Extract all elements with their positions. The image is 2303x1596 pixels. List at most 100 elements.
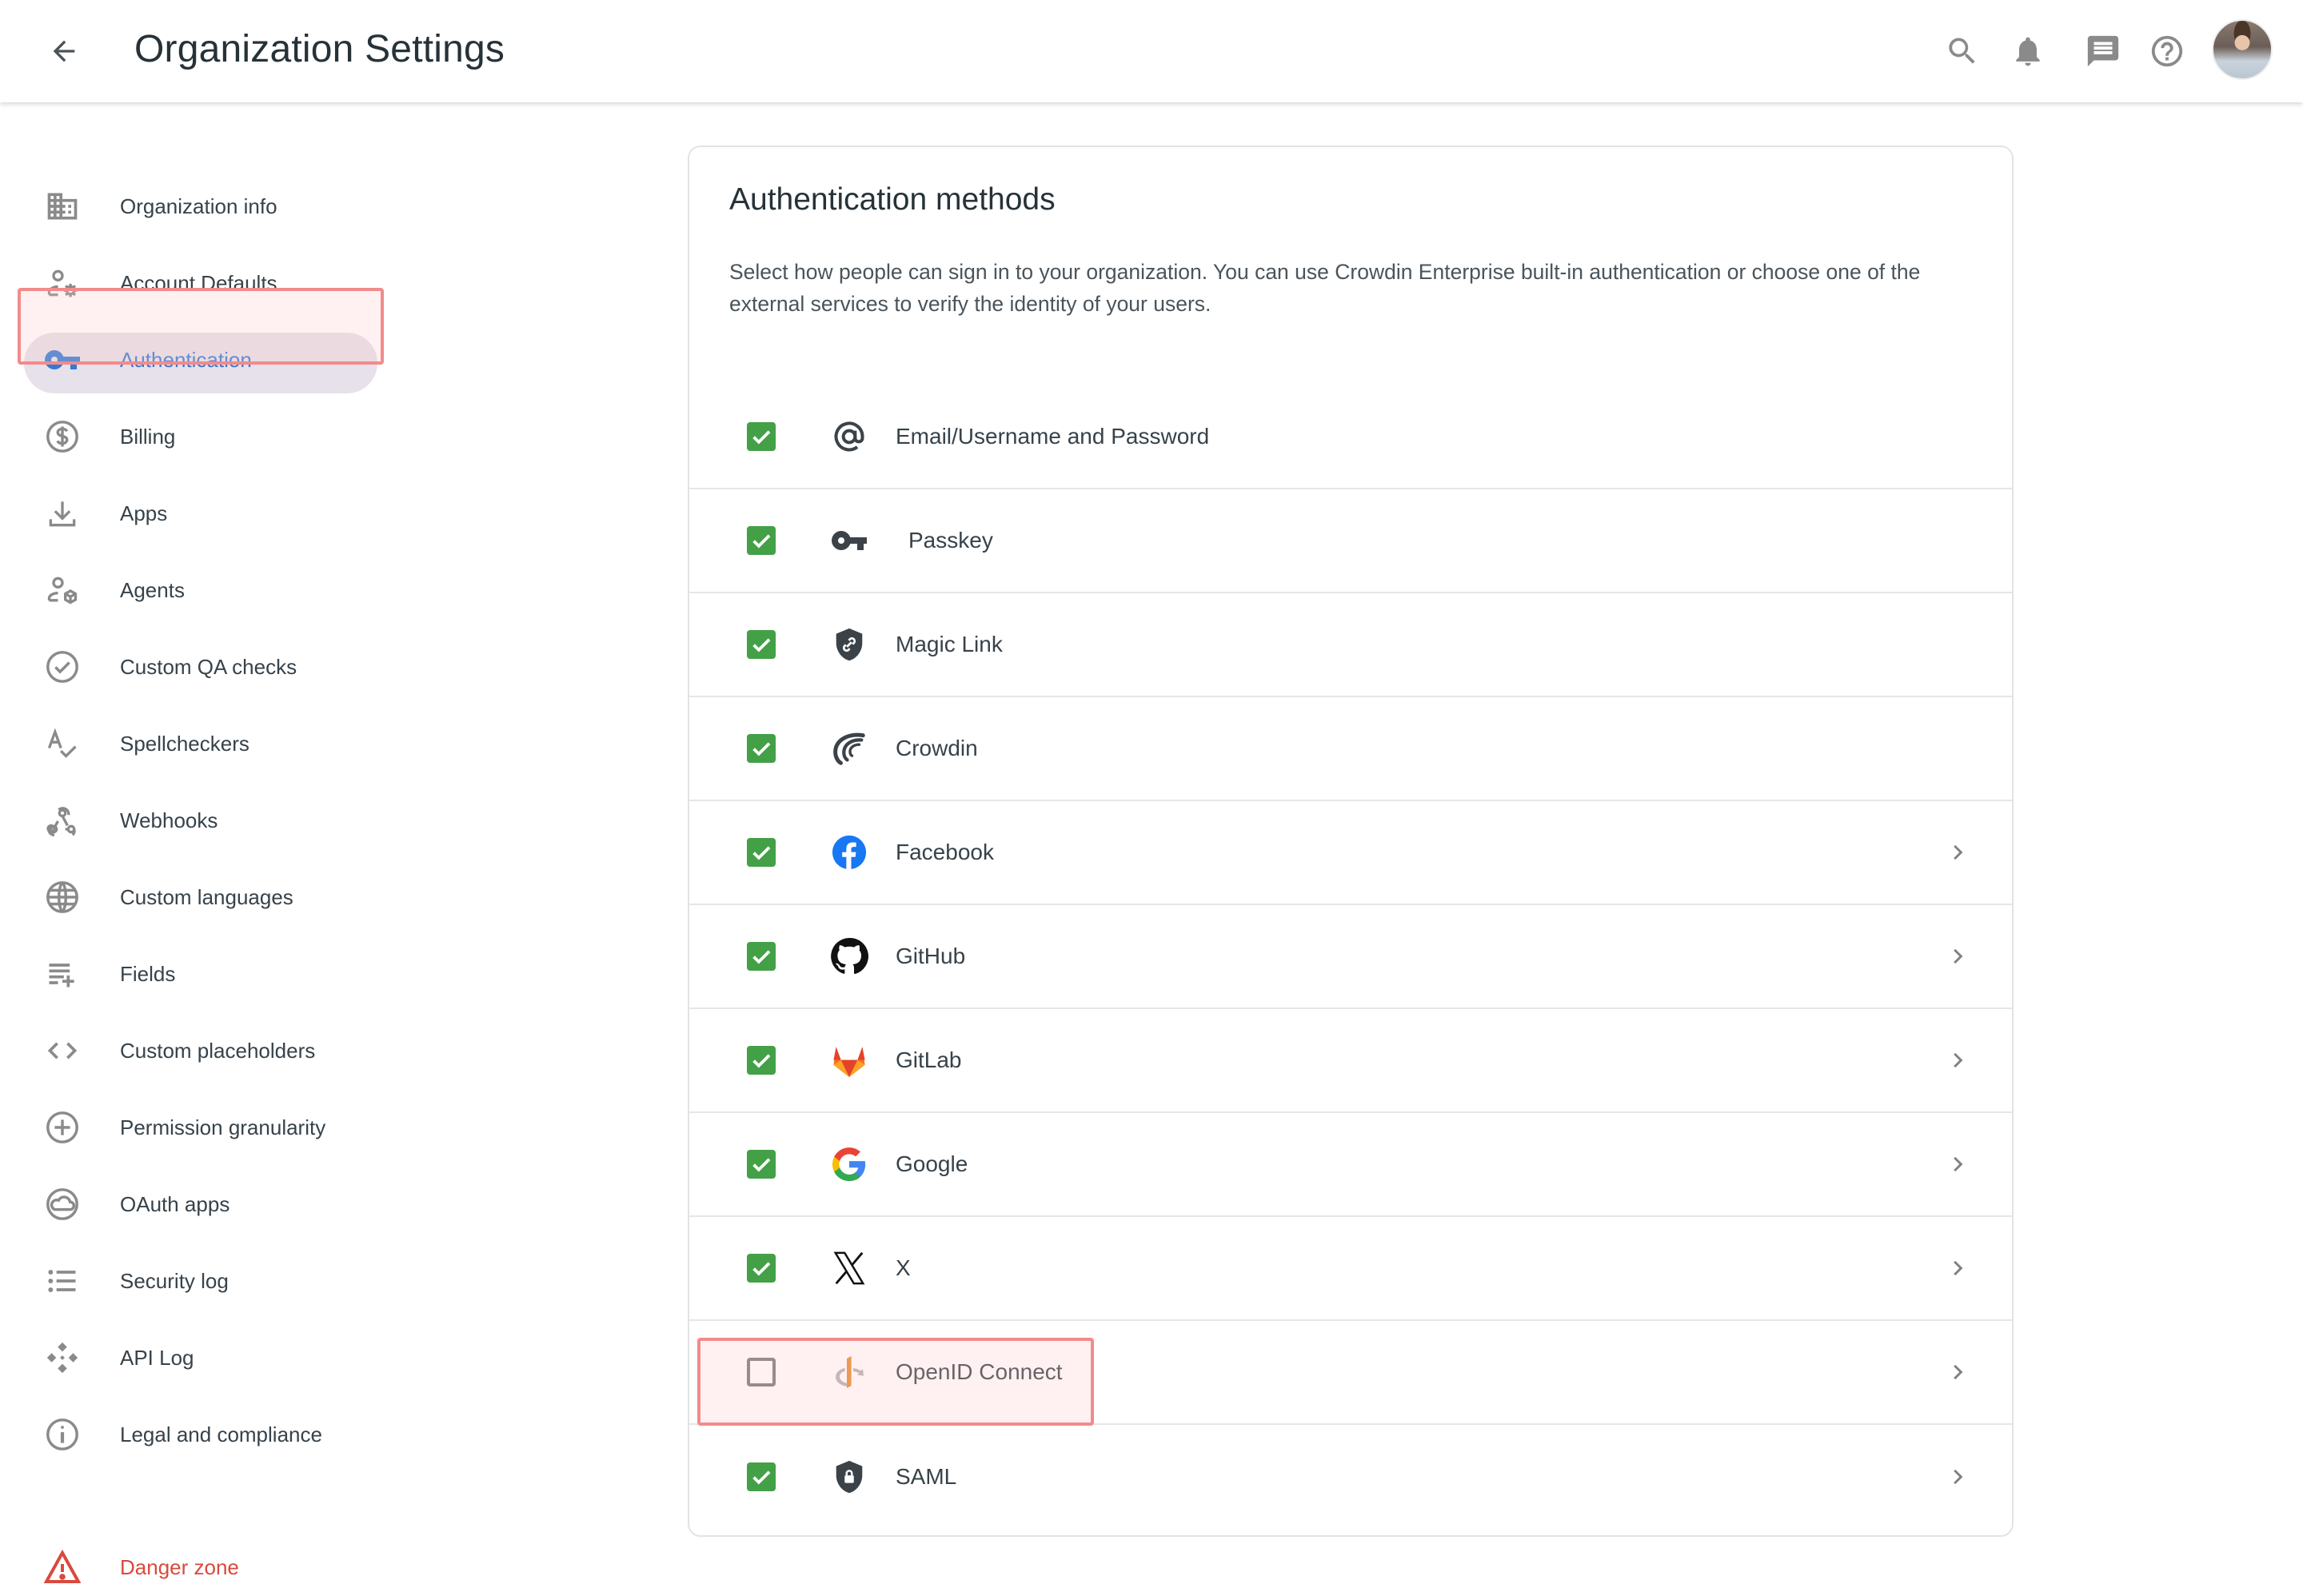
sidebar-item-label: Custom placeholders bbox=[120, 1038, 316, 1063]
at-sign-icon bbox=[830, 417, 868, 456]
sidebar-item-api-log[interactable]: API Log bbox=[19, 1324, 379, 1391]
chevron-right-icon[interactable] bbox=[1943, 1462, 1972, 1491]
chevron-right-icon[interactable] bbox=[1943, 1046, 1972, 1075]
method-checkbox[interactable] bbox=[747, 734, 776, 763]
download-icon bbox=[43, 494, 82, 533]
notifications-button[interactable] bbox=[2007, 30, 2049, 72]
gitlab-icon bbox=[830, 1041, 868, 1079]
avatar[interactable] bbox=[2212, 19, 2273, 80]
method-checkbox[interactable] bbox=[747, 630, 776, 659]
method-checkbox[interactable] bbox=[747, 1462, 776, 1491]
check-icon bbox=[752, 846, 771, 860]
check-icon bbox=[752, 638, 771, 652]
method-checkbox[interactable] bbox=[747, 1358, 776, 1387]
auth-method-row-magic-link: Magic Link bbox=[689, 593, 2012, 697]
method-checkbox[interactable] bbox=[747, 942, 776, 971]
method-label: SAML bbox=[896, 1464, 957, 1489]
sidebar-item-organization-info[interactable]: Organization info bbox=[19, 173, 379, 240]
sidebar-item-agents[interactable]: Agents bbox=[19, 557, 379, 624]
info-icon bbox=[43, 1415, 82, 1454]
sidebar-item-danger-zone[interactable]: Danger zone bbox=[19, 1534, 379, 1596]
method-label: Magic Link bbox=[896, 632, 1003, 656]
sidebar-item-label: Spellcheckers bbox=[120, 731, 249, 756]
sidebar-item-fields[interactable]: Fields bbox=[19, 940, 379, 1007]
sidebar-item-billing[interactable]: Billing bbox=[19, 403, 379, 470]
auth-method-row-saml[interactable]: SAML bbox=[689, 1425, 2012, 1529]
check-icon bbox=[752, 430, 771, 445]
sidebar-item-oauth-apps[interactable]: OAuth apps bbox=[19, 1171, 379, 1238]
sidebar-item-permission-granularity[interactable]: Permission granularity bbox=[19, 1094, 379, 1161]
method-checkbox[interactable] bbox=[747, 1046, 776, 1075]
check-icon bbox=[752, 742, 771, 756]
sidebar-item-label: Security log bbox=[120, 1268, 229, 1293]
building-icon bbox=[43, 187, 82, 225]
sidebar-item-authentication[interactable]: Authentication bbox=[19, 326, 379, 393]
card-title: Authentication methods bbox=[729, 182, 1056, 217]
back-button[interactable] bbox=[43, 30, 85, 72]
sidebar-item-label: Custom languages bbox=[120, 884, 293, 909]
auth-method-row-openid-connect[interactable]: OpenID Connect bbox=[689, 1321, 2012, 1425]
sidebar-item-apps[interactable]: Apps bbox=[19, 480, 379, 547]
github-icon bbox=[830, 937, 868, 976]
arrow-left-icon bbox=[53, 40, 75, 62]
methods-list: Email/Username and Password Passkey Magic … bbox=[689, 385, 2012, 1529]
search-button[interactable] bbox=[1942, 30, 1983, 72]
sidebar-item-label: Permission granularity bbox=[120, 1115, 326, 1139]
auth-method-row-facebook[interactable]: Facebook bbox=[689, 801, 2012, 905]
sidebar-item-label: OAuth apps bbox=[120, 1191, 230, 1216]
method-checkbox[interactable] bbox=[747, 526, 776, 555]
sidebar-item-custom-qa-checks[interactable]: Custom QA checks bbox=[19, 633, 379, 700]
sidebar-item-label: Authentication bbox=[120, 347, 252, 372]
method-checkbox[interactable] bbox=[747, 422, 776, 451]
sidebar-item-label: Agents bbox=[120, 577, 185, 602]
sidebar-item-account-defaults[interactable]: Account Defaults bbox=[19, 249, 379, 317]
sidebar-item-custom-placeholders[interactable]: Custom placeholders bbox=[19, 1017, 379, 1084]
sidebar-item-label: Webhooks bbox=[120, 808, 218, 832]
sidebar-item-security-log[interactable]: Security log bbox=[19, 1247, 379, 1315]
sidebar-item-custom-languages[interactable]: Custom languages bbox=[19, 864, 379, 931]
search-icon bbox=[1949, 38, 1975, 64]
chevron-right-icon[interactable] bbox=[1943, 1254, 1972, 1283]
card-description: Select how people can sign in to your or… bbox=[729, 260, 1921, 316]
auth-method-row-gitlab[interactable]: GitLab bbox=[689, 1009, 2012, 1113]
sidebar-item-legal-and-compliance[interactable]: Legal and compliance bbox=[19, 1401, 379, 1468]
help-button[interactable] bbox=[2146, 30, 2188, 72]
sidebar-item-label: Apps bbox=[120, 501, 168, 525]
chevron-right-icon[interactable] bbox=[1943, 838, 1972, 867]
chevron-right-icon[interactable] bbox=[1943, 942, 1972, 971]
check-icon bbox=[752, 1470, 771, 1485]
chevron-right-icon[interactable] bbox=[1943, 1358, 1972, 1387]
authentication-methods-card: Authentication methods Select how people… bbox=[688, 146, 2014, 1537]
api-icon bbox=[43, 1339, 82, 1377]
spellcheck-icon bbox=[43, 724, 82, 763]
playlist-add-icon bbox=[43, 955, 82, 993]
chevron-right-icon[interactable] bbox=[1943, 1150, 1972, 1179]
sidebar-item-spellcheckers[interactable]: Spellcheckers bbox=[19, 710, 379, 777]
method-checkbox[interactable] bbox=[747, 1150, 776, 1179]
cloud-circle-icon bbox=[43, 1185, 82, 1223]
method-label: Email/Username and Password bbox=[896, 424, 1210, 449]
auth-method-row-x[interactable]: X bbox=[689, 1217, 2012, 1321]
auth-method-row-github[interactable]: GitHub bbox=[689, 905, 2012, 1009]
check-icon bbox=[752, 950, 771, 964]
openid-icon bbox=[830, 1353, 868, 1391]
messages-button[interactable] bbox=[2082, 30, 2124, 72]
sidebar-item-label: Danger zone bbox=[120, 1554, 239, 1579]
method-label: Facebook bbox=[896, 840, 994, 864]
sidebar-item-label: Billing bbox=[120, 424, 176, 449]
sidebar-item-webhooks[interactable]: Webhooks bbox=[19, 787, 379, 854]
globe-icon bbox=[43, 878, 82, 916]
sidebar-item-label: Legal and compliance bbox=[120, 1422, 322, 1446]
auth-method-row-crowdin: Crowdin bbox=[689, 697, 2012, 801]
x-icon bbox=[830, 1249, 868, 1287]
check-icon bbox=[752, 1158, 771, 1172]
google-icon bbox=[830, 1145, 868, 1183]
method-checkbox[interactable] bbox=[747, 1254, 776, 1283]
key-icon bbox=[830, 521, 868, 560]
method-checkbox[interactable] bbox=[747, 838, 776, 867]
auth-method-row-google[interactable]: Google bbox=[689, 1113, 2012, 1217]
user-gear-icon bbox=[43, 264, 82, 302]
page-title: Organization Settings bbox=[134, 28, 505, 70]
plus-circle-icon bbox=[43, 1108, 82, 1147]
shield-link-icon bbox=[830, 625, 868, 664]
